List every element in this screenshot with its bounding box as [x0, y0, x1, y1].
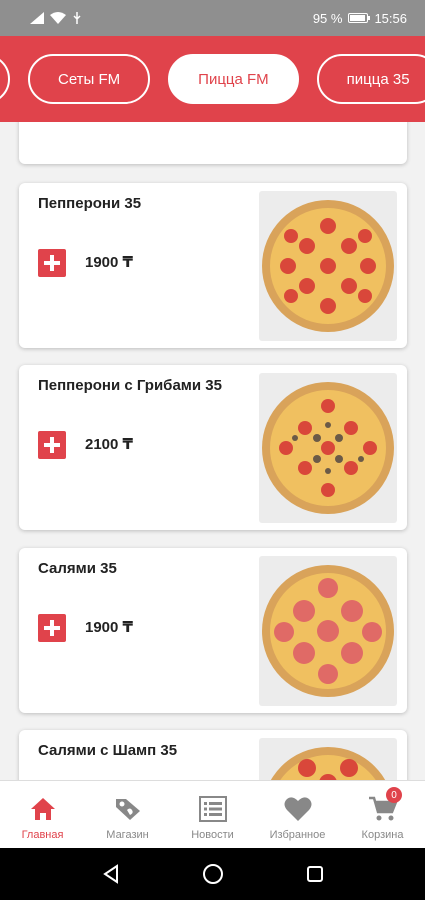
usb-icon: [73, 12, 81, 24]
heart-icon: [283, 795, 313, 823]
status-icons-right: 95 % 15:56: [313, 11, 407, 26]
category-tab-hidden[interactable]: [0, 54, 10, 104]
battery-percent: 95 %: [312, 10, 343, 26]
cart-badge: 0: [386, 787, 402, 803]
product-card[interactable]: Пепперони с Грибами 35 2100 ₸: [19, 365, 407, 530]
product-name: Салями 35: [38, 560, 117, 577]
nav-shop[interactable]: Магазин: [85, 781, 170, 848]
recent-apps-icon[interactable]: [305, 864, 325, 884]
product-price: 1900 ₸: [85, 254, 133, 271]
nav-favorites[interactable]: Избранное: [255, 781, 340, 848]
category-tab-sets-fm[interactable]: Сеты FM: [28, 54, 151, 104]
category-tabs: Сеты FM Пицца FM пицца 35: [0, 36, 425, 122]
add-to-cart-button[interactable]: [38, 431, 66, 459]
status-bar: 95 % 15:56: [0, 0, 425, 36]
add-to-cart-button[interactable]: [38, 249, 66, 277]
product-name: Пепперони 35: [38, 195, 142, 212]
product-card[interactable]: Салями с Шамп 35: [19, 730, 407, 780]
nav-shop-label: Магазин: [106, 829, 149, 841]
home-icon: [28, 795, 58, 823]
clock: 15:56: [374, 10, 407, 26]
category-tab-pizza-35[interactable]: пицца 35: [316, 54, 425, 104]
pepperoni-pizza-image: [259, 191, 397, 341]
product-card[interactable]: Салями 35 1900 ₸: [19, 548, 407, 713]
category-tab-pizza-fm[interactable]: Пицца FM: [168, 54, 299, 104]
back-icon[interactable]: [101, 864, 121, 884]
tag-icon: [113, 795, 143, 823]
nav-news[interactable]: Новости: [170, 781, 255, 848]
product-card[interactable]: Пепперони 35 1900 ₸: [19, 183, 407, 348]
status-icons-left: [30, 12, 82, 24]
nav-home[interactable]: Главная: [0, 781, 85, 848]
pepperoni-mushroom-pizza-image: [259, 373, 397, 523]
salami-pizza-image: [259, 556, 397, 706]
bottom-navigation: Главная Магазин Новости Избранное 0 Корз…: [0, 780, 425, 848]
salami-mushroom-pizza-image: [259, 738, 397, 780]
product-price: 2100 ₸: [85, 436, 133, 453]
product-price: 1900 ₸: [85, 619, 133, 636]
add-to-cart-button[interactable]: [38, 614, 66, 642]
list-icon: [198, 795, 228, 823]
product-card-partial[interactable]: [19, 122, 407, 164]
nav-home-label: Главная: [21, 829, 64, 841]
category-track: Сеты FM Пицца FM пицца 35: [0, 54, 425, 104]
signal-icon: [30, 12, 44, 24]
product-name: Салями с Шамп 35: [38, 742, 178, 759]
nav-cart-label: Корзина: [361, 829, 404, 841]
nav-news-label: Новости: [191, 829, 234, 841]
nav-favorites-label: Избранное: [269, 829, 326, 841]
system-navigation-bar: [0, 848, 425, 900]
home-circle-icon[interactable]: [202, 863, 224, 885]
product-list[interactable]: Пепперони 35 1900 ₸ Пепперони с Грибами …: [0, 122, 425, 780]
nav-cart[interactable]: 0 Корзина: [340, 781, 425, 848]
battery-icon: [348, 13, 371, 23]
product-name: Пепперони с Грибами 35: [38, 377, 222, 394]
wifi-icon: [50, 12, 66, 24]
